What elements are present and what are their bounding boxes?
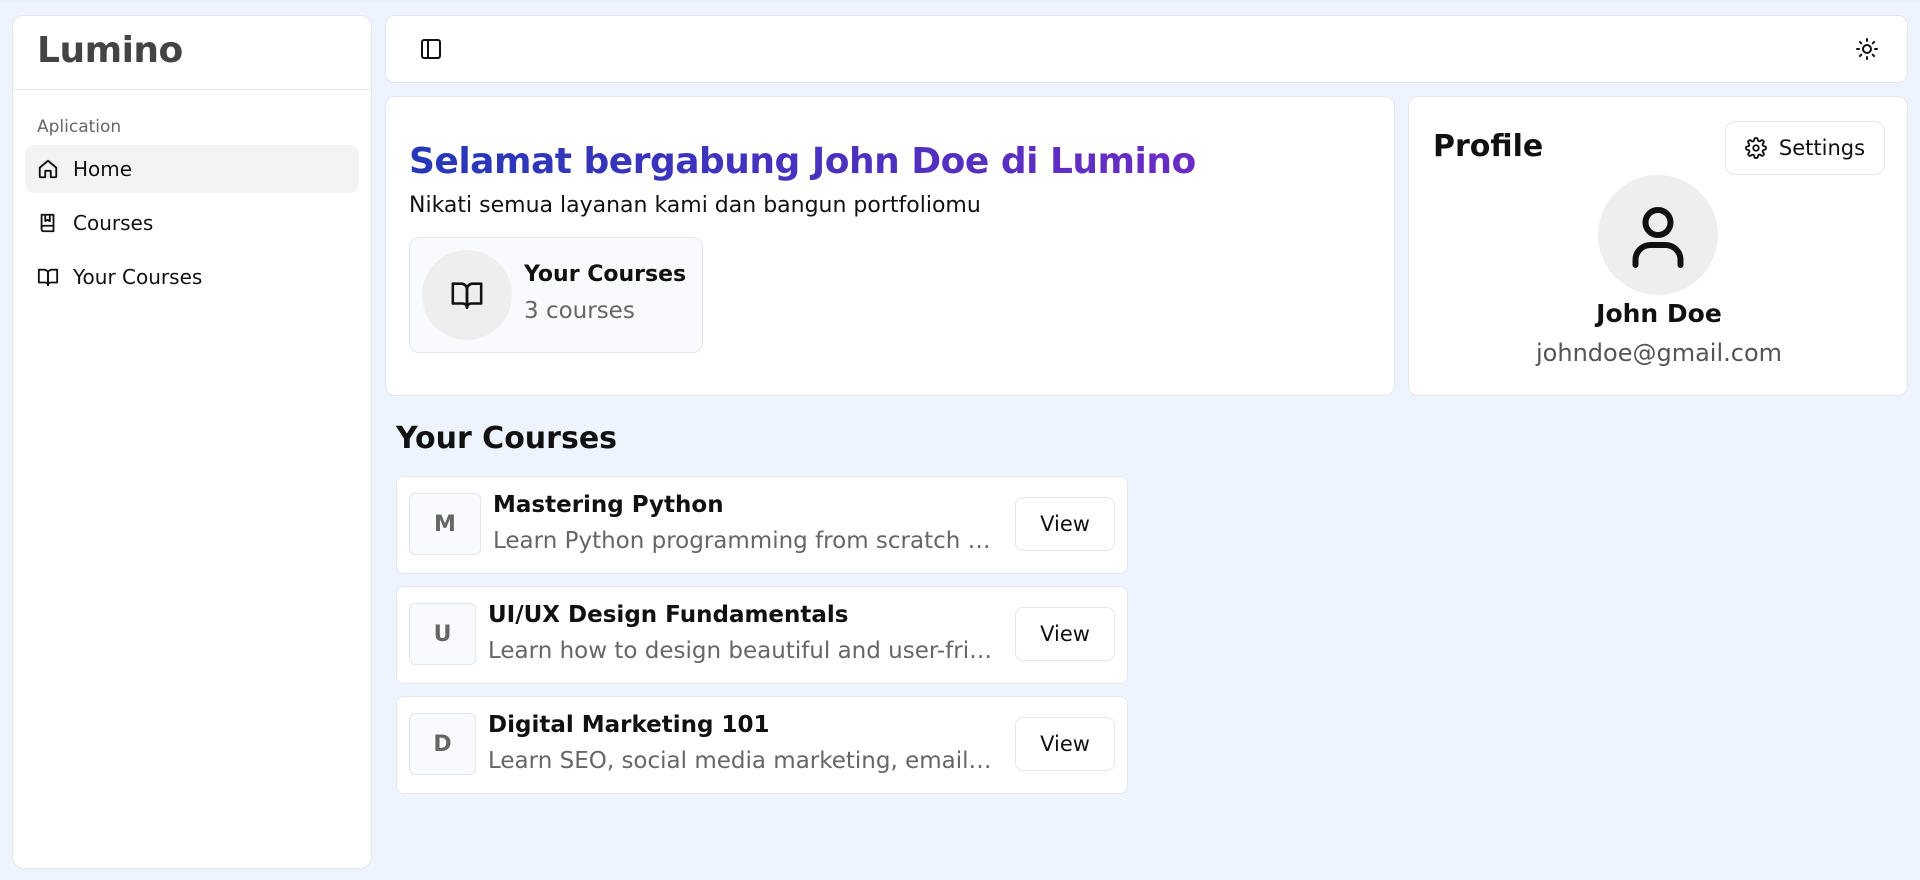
profile-title: Profile bbox=[1433, 129, 1544, 164]
course-card: U UI/UX Design Fundamentals Learn how to… bbox=[396, 586, 1128, 684]
course-thumbnail: M bbox=[409, 493, 481, 555]
profile-card: Profile Settings John Doe johndoe@gmail.… bbox=[1408, 96, 1908, 396]
course-description: Learn Python programming from scratch to… bbox=[493, 528, 998, 554]
course-card: M Mastering Python Learn Python programm… bbox=[396, 476, 1128, 574]
sidebar-item-label: Courses bbox=[73, 211, 154, 235]
stat-count: 3 courses bbox=[524, 298, 635, 324]
sidebar-toggle-button[interactable] bbox=[416, 34, 446, 64]
your-courses-heading: Your Courses bbox=[396, 421, 618, 456]
profile-email: johndoe@gmail.com bbox=[1536, 339, 1782, 367]
view-course-button[interactable]: View bbox=[1015, 717, 1115, 771]
course-thumbnail: D bbox=[409, 713, 476, 775]
book-open-icon bbox=[37, 268, 59, 287]
course-title: Digital Marketing 101 bbox=[488, 712, 770, 738]
course-thumbnail: U bbox=[409, 603, 476, 665]
sidebar-item-label: Your Courses bbox=[73, 265, 203, 289]
gear-icon bbox=[1744, 137, 1767, 159]
sun-icon bbox=[1856, 38, 1878, 60]
sidebar-item-your-courses[interactable]: Your Courses bbox=[25, 253, 359, 301]
top-bar bbox=[385, 15, 1908, 83]
brand-logo[interactable]: Lumino bbox=[13, 16, 371, 90]
sidebar-item-home[interactable]: Home bbox=[25, 145, 359, 193]
welcome-card: Selamat bergabung John Doe di Lumino Nik… bbox=[385, 96, 1395, 396]
book-open-icon bbox=[451, 282, 483, 310]
stat-icon-circle bbox=[422, 250, 512, 340]
sidebar-section-label: Aplication bbox=[37, 117, 122, 137]
welcome-subtitle: Nikati semua layanan kami dan bangun por… bbox=[409, 193, 981, 218]
welcome-title: Selamat bergabung John Doe di Lumino bbox=[409, 141, 1196, 182]
sidebar-item-label: Home bbox=[73, 157, 133, 181]
settings-button[interactable]: Settings bbox=[1725, 121, 1885, 175]
sidebar: Lumino Aplication Home Courses Your Cour… bbox=[12, 15, 372, 869]
sidebar-toggle-icon bbox=[421, 39, 441, 59]
top-edge-line bbox=[0, 0, 1920, 2]
view-course-button[interactable]: View bbox=[1015, 497, 1115, 551]
course-description: Learn how to design beautiful and user-f… bbox=[488, 638, 998, 664]
course-title: UI/UX Design Fundamentals bbox=[488, 602, 849, 628]
view-course-button[interactable]: View bbox=[1015, 607, 1115, 661]
book-bookmark-icon bbox=[40, 213, 55, 233]
sidebar-item-courses[interactable]: Courses bbox=[25, 199, 359, 247]
your-courses-stat-card[interactable]: Your Courses 3 courses bbox=[409, 237, 703, 353]
avatar bbox=[1598, 175, 1718, 295]
home-icon bbox=[38, 159, 58, 179]
settings-label: Settings bbox=[1778, 136, 1866, 160]
stat-title: Your Courses bbox=[524, 262, 687, 287]
course-title: Mastering Python bbox=[493, 492, 724, 518]
course-description: Learn SEO, social media marketing, email… bbox=[488, 748, 998, 774]
profile-name: John Doe bbox=[1596, 299, 1722, 328]
course-card: D Digital Marketing 101 Learn SEO, socia… bbox=[396, 696, 1128, 794]
user-icon bbox=[1632, 207, 1684, 268]
theme-toggle-button[interactable] bbox=[1852, 34, 1882, 64]
